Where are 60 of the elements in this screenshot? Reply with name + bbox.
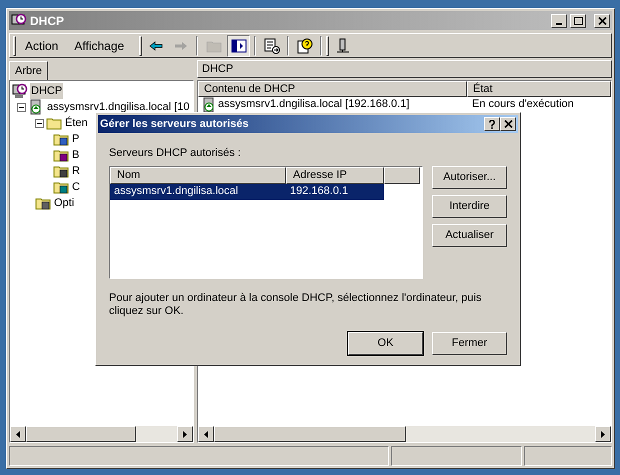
folder-up-icon <box>206 38 222 52</box>
collapse-toggle[interactable] <box>35 118 44 128</box>
tree-item[interactable]: R <box>71 162 81 180</box>
close-button[interactable] <box>594 14 610 28</box>
close-icon <box>598 16 606 24</box>
minimize-icon <box>556 22 562 24</box>
tree-item[interactable]: Opti <box>53 194 76 212</box>
help-icon <box>296 38 313 54</box>
tree-item[interactable]: C <box>71 178 81 196</box>
dialog-button[interactable]: OK <box>348 332 423 354</box>
horizontal-scrollbar[interactable] <box>10 426 193 442</box>
maximize-button[interactable] <box>570 14 586 28</box>
close-button[interactable] <box>500 117 516 131</box>
dialog-button[interactable]: Actualiser <box>432 224 507 246</box>
forward-arrow-icon <box>174 40 188 50</box>
horizontal-scrollbar[interactable] <box>198 426 611 442</box>
table-cell-text: assysmsrv1.dngilisa.local [192.168.0.1] <box>218 97 410 112</box>
tree-item[interactable]: Éten <box>64 114 89 132</box>
right-arrow-icon <box>183 430 187 438</box>
back-arrow-icon <box>148 40 163 50</box>
help-button[interactable] <box>484 117 500 131</box>
tree-item[interactable]: B <box>71 146 80 164</box>
list-row[interactable]: assysmsrv1.dngilisa.local 192.168.0.1 <box>110 184 384 200</box>
instruction-text: Pour ajouter un ordinateur à la console DHCP, sélectionnez l'ordinateur, puis cliquez sur OK. <box>109 292 482 318</box>
menu-item[interactable]: Affichage <box>67 36 132 56</box>
question-mark-icon <box>489 120 495 128</box>
pane-header: DHCP <box>197 60 612 78</box>
column-header <box>384 166 420 184</box>
list-export-icon <box>264 38 280 54</box>
tree-item[interactable]: DHCP <box>30 82 64 100</box>
window-title: DHCP <box>30 12 66 30</box>
left-arrow-icon <box>204 430 208 438</box>
column-header[interactable]: État <box>467 81 611 97</box>
list-cell-text: 192.168.0.1 <box>289 184 350 200</box>
minimize-button[interactable] <box>551 14 567 28</box>
computer-clock-icon <box>12 83 28 99</box>
collapse-toggle[interactable] <box>17 102 26 112</box>
column-header[interactable]: Adresse IP <box>286 166 384 184</box>
dialog-button[interactable]: Fermer <box>432 332 507 354</box>
dialog-title: Gérer les serveurs autorisés <box>100 116 250 132</box>
column-header[interactable]: Nom <box>110 166 286 184</box>
menu-item[interactable]: Action <box>18 36 66 56</box>
tree-item[interactable]: P <box>71 130 80 148</box>
list-label: Serveurs DHCP autorisés : <box>109 146 242 161</box>
list-cell-text: assysmsrv1.dngilisa.local <box>113 184 240 200</box>
minus-icon <box>19 104 24 110</box>
toolbar-button[interactable] <box>227 34 250 56</box>
tree-item[interactable]: assysmsrv1.dngilisa.local [10 <box>46 98 190 116</box>
server-tower-icon <box>336 38 350 54</box>
left-arrow-icon <box>16 430 20 438</box>
minus-icon <box>37 120 42 126</box>
dialog-button[interactable]: Interdire <box>432 194 507 218</box>
dialog-button[interactable]: Autoriser... <box>432 166 507 188</box>
server-list[interactable]: Nom Adresse IP assysmsrv1.dngilisa.local 192.168.0.1 <box>109 166 423 278</box>
table-cell-text: En cours d'exécution <box>471 97 575 112</box>
maximize-icon <box>574 16 582 24</box>
panes-icon <box>230 38 247 52</box>
right-arrow-icon <box>601 430 605 438</box>
close-icon <box>504 120 512 128</box>
column-header[interactable]: Contenu de DHCP <box>198 81 467 97</box>
